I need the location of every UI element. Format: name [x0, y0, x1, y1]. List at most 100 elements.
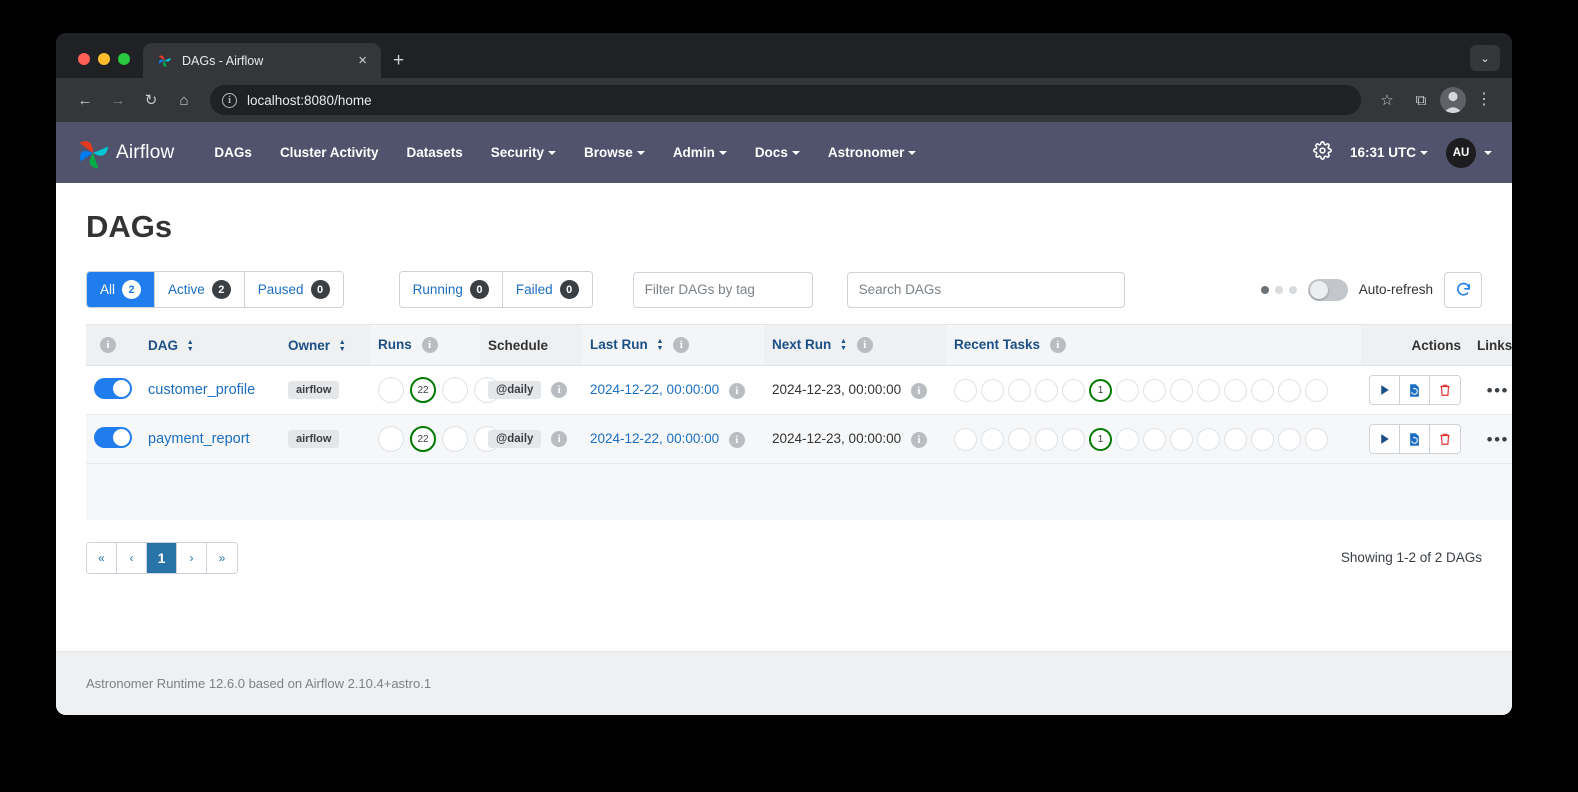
task-state-circle[interactable] — [981, 379, 1004, 402]
task-state-circle[interactable] — [1116, 379, 1139, 402]
chevron-down-icon[interactable] — [1484, 151, 1492, 155]
forward-icon[interactable]: → — [103, 85, 133, 115]
task-state-circle[interactable] — [1008, 428, 1031, 451]
task-state-circle[interactable] — [1197, 428, 1220, 451]
clear-dag-run-button[interactable] — [1400, 376, 1430, 404]
nav-item-dags[interactable]: DAGs — [200, 137, 266, 168]
links-menu-button[interactable]: ••• — [1487, 430, 1509, 449]
info-icon[interactable]: i — [911, 383, 927, 399]
page-next-button[interactable]: › — [177, 543, 207, 573]
task-state-circle[interactable] — [1143, 428, 1166, 451]
task-state-circle[interactable] — [1116, 428, 1139, 451]
filter-failed-button[interactable]: Failed 0 — [503, 272, 592, 307]
tab-list-chevron-icon[interactable]: ⌄ — [1470, 45, 1500, 71]
task-state-circle[interactable] — [1278, 379, 1301, 402]
new-tab-button[interactable]: + — [381, 51, 416, 78]
links-menu-button[interactable]: ••• — [1487, 381, 1509, 400]
home-icon[interactable]: ⌂ — [169, 85, 199, 115]
refresh-button[interactable] — [1444, 272, 1482, 308]
task-state-circle-success[interactable]: 1 — [1089, 428, 1112, 451]
browser-tab[interactable]: DAGs - Airflow × — [143, 43, 381, 78]
sort-arrows-icon[interactable]: ▲▼ — [187, 340, 194, 353]
column-header-runs[interactable]: Runs i — [370, 325, 480, 366]
run-state-circle-success[interactable]: 22 — [410, 426, 436, 452]
task-state-circle[interactable] — [1305, 428, 1328, 451]
task-state-circle[interactable] — [1251, 428, 1274, 451]
run-state-circle[interactable] — [378, 377, 404, 403]
site-info-icon[interactable]: i — [222, 93, 237, 108]
gear-icon[interactable] — [1313, 141, 1332, 165]
browser-menu-icon[interactable]: ⋮ — [1470, 92, 1498, 108]
extensions-icon[interactable]: ⧉ — [1406, 85, 1436, 115]
info-icon[interactable]: i — [729, 383, 745, 399]
task-state-circle[interactable] — [954, 379, 977, 402]
info-icon[interactable]: i — [857, 337, 873, 353]
run-state-circle[interactable] — [442, 426, 468, 452]
task-state-circle[interactable] — [1305, 379, 1328, 402]
delete-dag-button[interactable] — [1430, 425, 1460, 453]
browser-profile-avatar[interactable] — [1440, 87, 1466, 113]
nav-item-browse[interactable]: Browse — [570, 137, 659, 168]
info-icon[interactable]: i — [100, 337, 116, 353]
filter-all-button[interactable]: All 2 — [87, 272, 155, 307]
task-state-circle[interactable] — [954, 428, 977, 451]
search-input[interactable] — [847, 272, 1125, 308]
avatar[interactable]: AU — [1446, 138, 1476, 168]
column-header-owner[interactable]: Owner ▲▼ — [280, 325, 370, 366]
info-icon[interactable]: i — [551, 382, 567, 398]
nav-item-cluster-activity[interactable]: Cluster Activity — [266, 137, 393, 168]
column-header-next-run[interactable]: Next Run ▲▼ i — [764, 325, 946, 366]
task-state-circle[interactable] — [1197, 379, 1220, 402]
dag-link[interactable]: customer_profile — [148, 382, 255, 398]
auto-refresh-toggle[interactable] — [1308, 279, 1348, 301]
task-state-circle[interactable] — [1170, 379, 1193, 402]
nav-item-admin[interactable]: Admin — [659, 137, 741, 168]
info-icon[interactable]: i — [422, 337, 438, 353]
run-state-circle[interactable] — [378, 426, 404, 452]
close-window-button[interactable] — [78, 53, 90, 65]
dag-pause-toggle[interactable] — [94, 378, 132, 399]
page-last-button[interactable]: » — [207, 543, 237, 573]
run-state-circle-success[interactable]: 22 — [410, 377, 436, 403]
filter-running-button[interactable]: Running 0 — [400, 272, 503, 307]
sort-arrows-icon[interactable]: ▲▼ — [339, 340, 346, 353]
task-state-circle[interactable] — [1143, 379, 1166, 402]
task-state-circle[interactable] — [1251, 379, 1274, 402]
nav-item-docs[interactable]: Docs — [741, 137, 814, 168]
column-header-last-run[interactable]: Last Run ▲▼ i — [582, 325, 764, 366]
column-header-recent-tasks[interactable]: Recent Tasks i — [946, 325, 1361, 366]
page-first-button[interactable]: « — [87, 543, 117, 573]
nav-item-security[interactable]: Security — [477, 137, 570, 168]
trigger-dag-button[interactable] — [1370, 425, 1400, 453]
task-state-circle[interactable] — [1008, 379, 1031, 402]
info-icon[interactable]: i — [1050, 337, 1066, 353]
info-icon[interactable]: i — [673, 337, 689, 353]
filter-paused-button[interactable]: Paused 0 — [245, 272, 343, 307]
nav-item-astronomer[interactable]: Astronomer — [814, 137, 931, 168]
utc-clock[interactable]: 16:31 UTC — [1350, 145, 1428, 160]
delete-dag-button[interactable] — [1430, 376, 1460, 404]
close-tab-button[interactable]: × — [354, 51, 371, 70]
task-state-circle[interactable] — [981, 428, 1004, 451]
maximize-window-button[interactable] — [118, 53, 130, 65]
task-state-circle[interactable] — [1035, 379, 1058, 402]
task-state-circle[interactable] — [1278, 428, 1301, 451]
page-prev-button[interactable]: ‹ — [117, 543, 147, 573]
clear-dag-run-button[interactable] — [1400, 425, 1430, 453]
address-bar[interactable]: i localhost:8080/home — [210, 85, 1361, 115]
owner-badge[interactable]: airflow — [288, 430, 339, 448]
back-icon[interactable]: ← — [70, 85, 100, 115]
last-run-link[interactable]: 2024-12-22, 00:00:00 — [590, 382, 719, 397]
info-icon[interactable]: i — [729, 432, 745, 448]
bookmark-star-icon[interactable]: ☆ — [1372, 85, 1402, 115]
task-state-circle[interactable] — [1062, 428, 1085, 451]
airflow-brand-logo[interactable]: Airflow — [74, 134, 174, 172]
task-state-circle[interactable] — [1062, 379, 1085, 402]
column-header-dag[interactable]: DAG ▲▼ — [140, 325, 280, 366]
info-icon[interactable]: i — [551, 431, 567, 447]
sort-arrows-icon[interactable]: ▲▼ — [657, 339, 664, 352]
minimize-window-button[interactable] — [98, 53, 110, 65]
filter-active-button[interactable]: Active 2 — [155, 272, 245, 307]
info-icon[interactable]: i — [911, 432, 927, 448]
tag-filter-input[interactable] — [633, 272, 813, 308]
